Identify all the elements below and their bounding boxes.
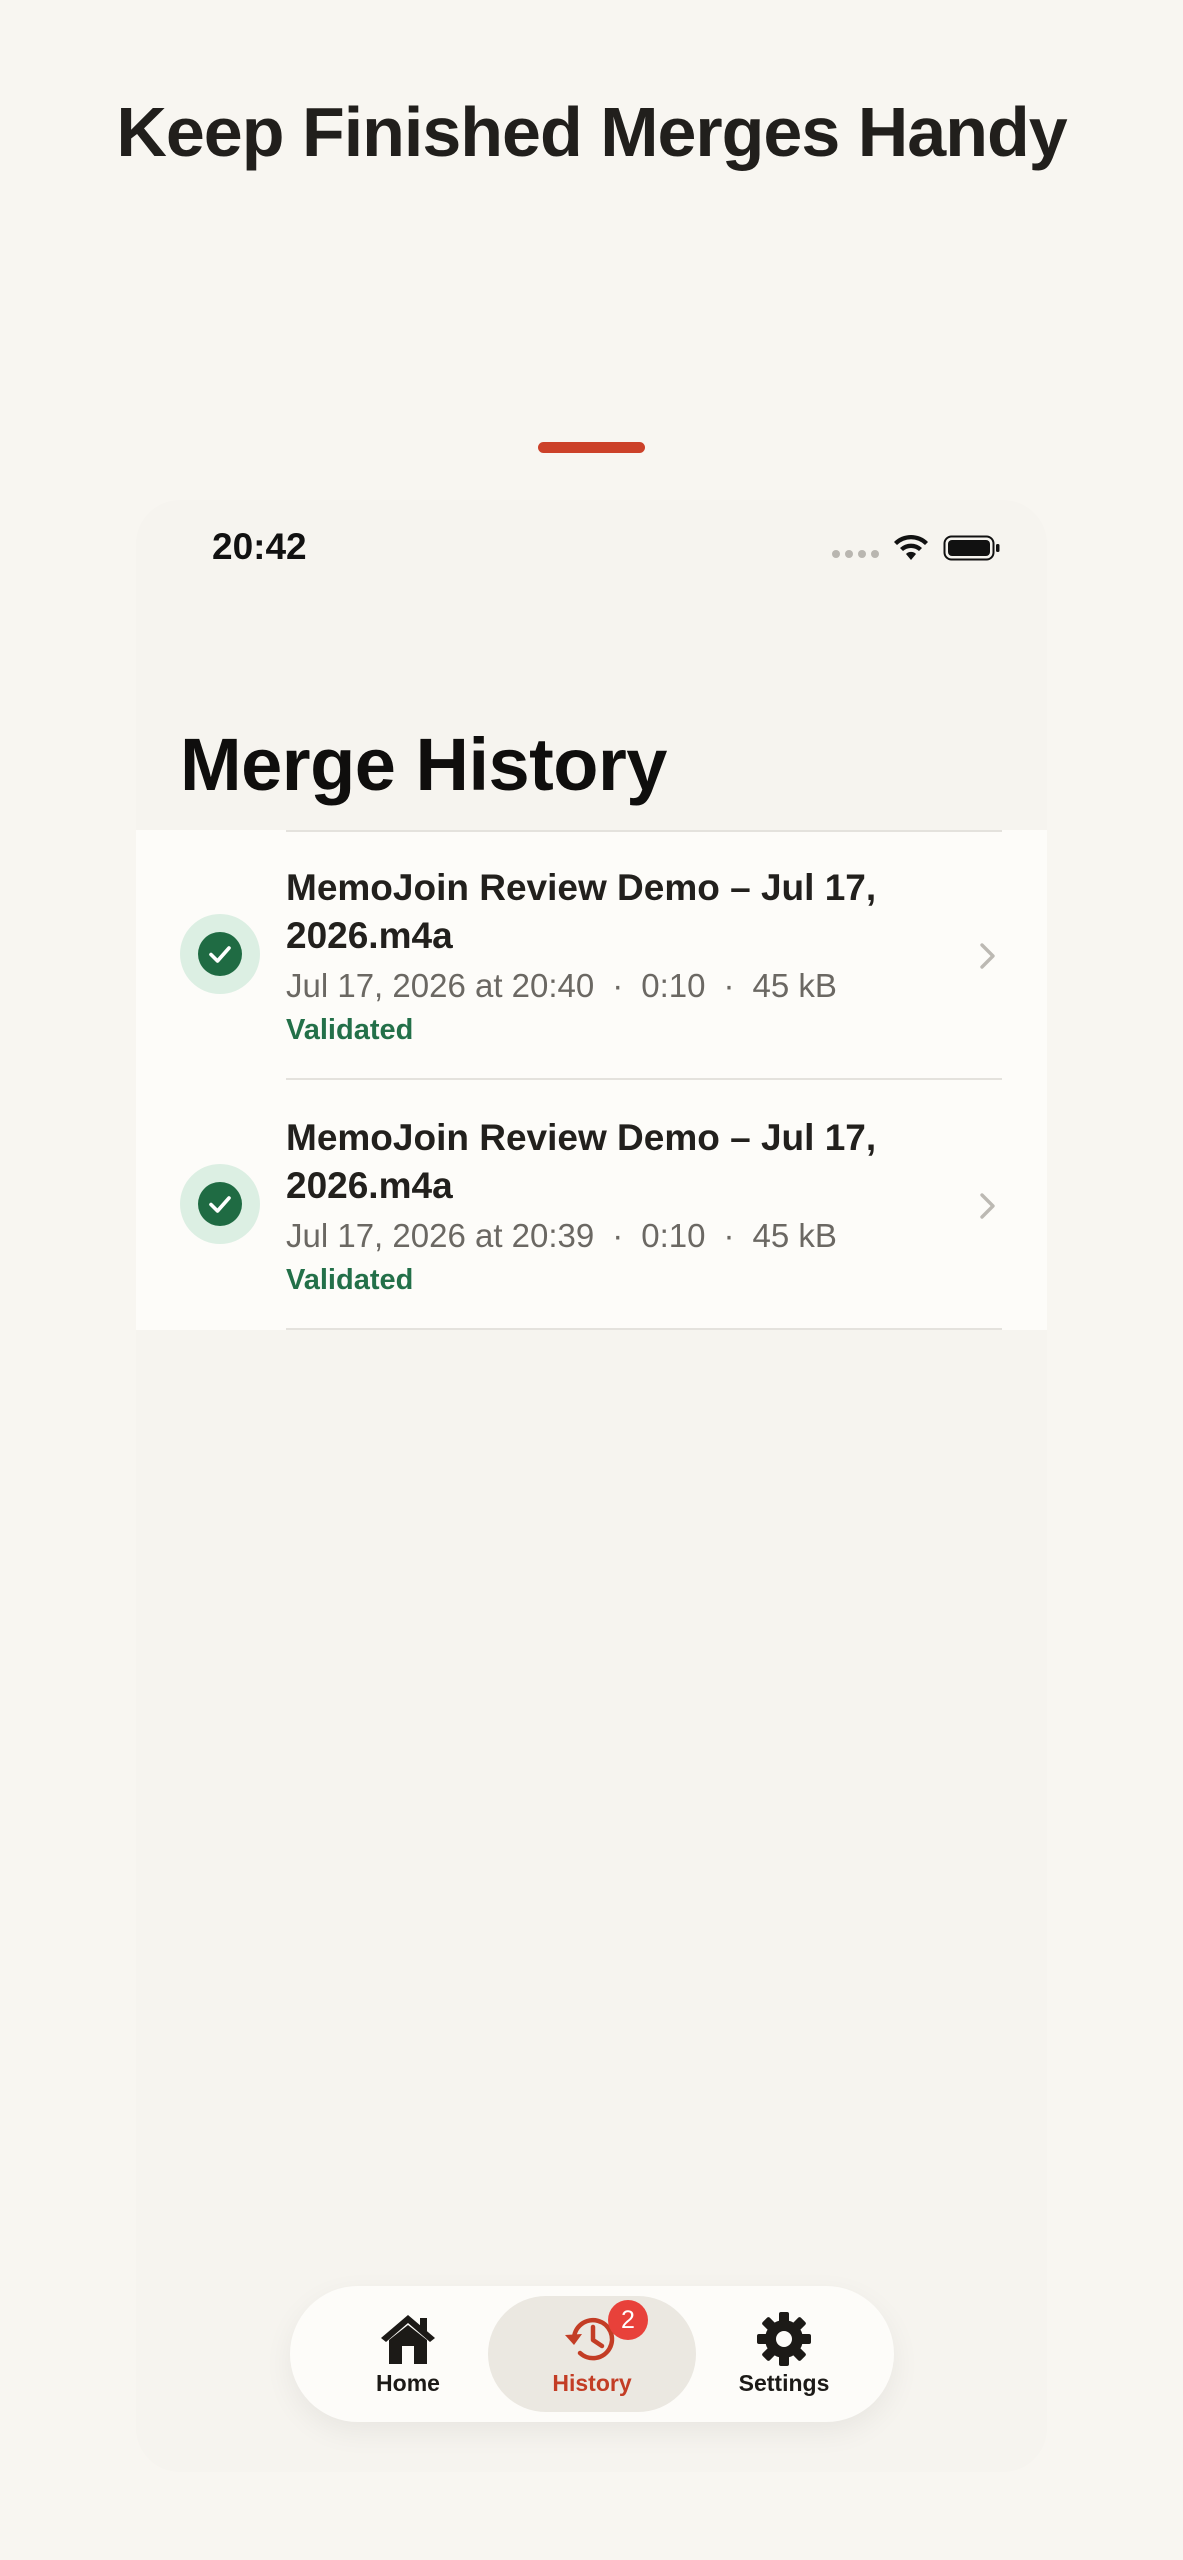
row-text: MemoJoin Review Demo – Jul 17, 2026.m4a … (286, 864, 926, 1050)
row-text: MemoJoin Review Demo – Jul 17, 2026.m4a … (286, 1114, 926, 1300)
file-name: MemoJoin Review Demo – Jul 17, 2026.m4a (286, 867, 877, 956)
duration: 0:10 (641, 967, 706, 1004)
duration: 0:10 (641, 1217, 706, 1254)
file-meta: Jul 17, 2026 at 20:39 · 0:10 · 45 kB (286, 1214, 926, 1258)
tab-settings[interactable]: Settings (720, 2296, 848, 2412)
file-size: 45 kB (752, 967, 837, 1004)
validation-status: Validated (286, 1014, 414, 1046)
history-badge: 2 (608, 2300, 648, 2340)
home-icon (381, 2315, 435, 2364)
list-top-divider (286, 830, 1002, 832)
tab-history-label: History (552, 2370, 632, 2396)
tab-history[interactable]: History 2 (488, 2296, 696, 2412)
screen-title: Merge History (180, 723, 667, 806)
tab-settings-label: Settings (738, 2370, 830, 2396)
device-screen: 20:42 Merge History MemoJoin Review Demo… (136, 500, 1047, 2472)
merge-date: Jul 17, 2026 at 20:39 (286, 1217, 595, 1254)
status-icons (832, 534, 1001, 562)
validated-status-icon (180, 914, 260, 994)
history-row[interactable]: MemoJoin Review Demo – Jul 17, 2026.m4a … (136, 1080, 1047, 1330)
file-meta: Jul 17, 2026 at 20:40 · 0:10 · 45 kB (286, 964, 926, 1008)
history-list: MemoJoin Review Demo – Jul 17, 2026.m4a … (136, 830, 1047, 1330)
status-bar: 20:42 (136, 500, 1047, 600)
wifi-icon (894, 534, 928, 560)
headline: Keep Finished Merges Handy (116, 93, 1067, 171)
tab-home-label: Home (376, 2370, 440, 2396)
file-size: 45 kB (752, 1217, 837, 1254)
page: Keep Finished Merges Handy 20:42 Merge H… (0, 0, 1183, 2560)
accent-bar (538, 442, 645, 453)
meta-separator: · (723, 1217, 735, 1254)
validation-status: Validated (286, 1264, 414, 1296)
battery-icon (943, 535, 1000, 561)
chevron-right-icon (980, 1193, 995, 1219)
signal-icon (832, 550, 879, 558)
row-divider (286, 1328, 1002, 1330)
chevron-right-icon (980, 943, 995, 969)
history-row[interactable]: MemoJoin Review Demo – Jul 17, 2026.m4a … (136, 830, 1047, 1080)
merge-date: Jul 17, 2026 at 20:40 (286, 967, 595, 1004)
meta-separator: · (612, 1217, 624, 1254)
file-name: MemoJoin Review Demo – Jul 17, 2026.m4a (286, 1117, 877, 1206)
tab-home[interactable]: Home (346, 2296, 470, 2412)
gear-icon (757, 2312, 811, 2366)
meta-separator: · (723, 967, 735, 1004)
status-time: 20:42 (212, 526, 307, 567)
tab-bar: Home History 2 Settings (290, 2286, 894, 2422)
meta-separator: · (612, 967, 624, 1004)
validated-status-icon (180, 1164, 260, 1244)
